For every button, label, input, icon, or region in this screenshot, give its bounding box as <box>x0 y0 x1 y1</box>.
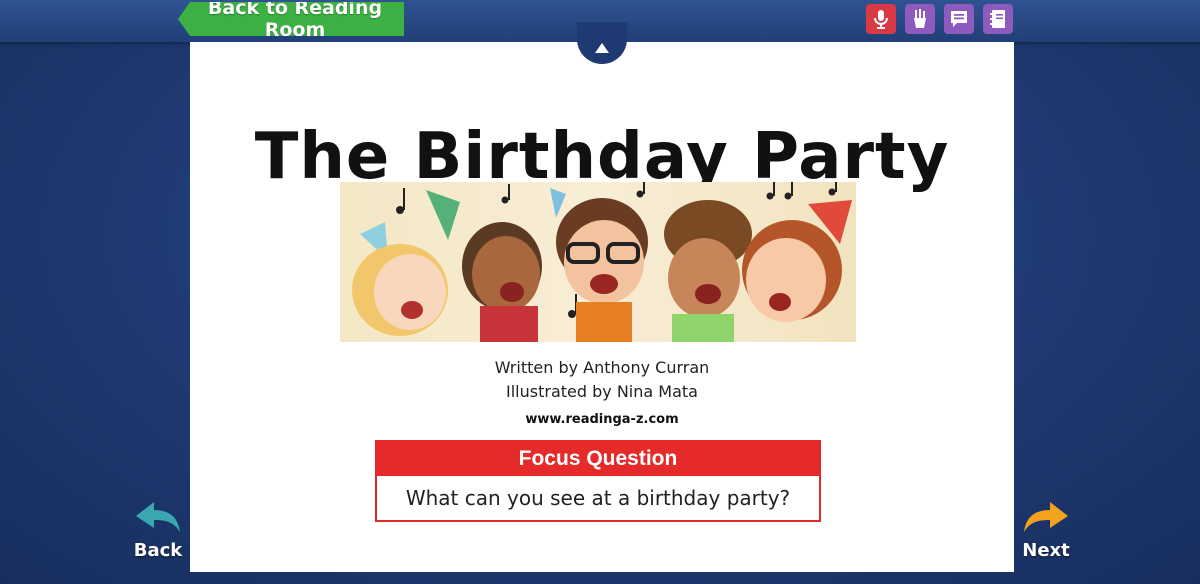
focus-question-label: Focus Question <box>377 442 819 476</box>
back-to-reading-room-button[interactable]: Back to Reading Room <box>178 2 404 36</box>
comment-icon <box>951 11 967 27</box>
notebook-icon <box>990 10 1005 28</box>
notebook-button[interactable] <box>983 4 1013 34</box>
toolbar <box>866 4 1013 34</box>
book-page: The Birthday Party Written by Anthony Cu… <box>190 42 1014 572</box>
author-credit: Written by Anthony Curran <box>494 358 710 377</box>
pencil-cup-icon <box>914 9 926 28</box>
illustrator-credit: Illustrated by Nina Mata <box>506 382 698 401</box>
publisher-url: www.readinga-z.com <box>525 412 679 427</box>
back-label: Back <box>133 540 183 561</box>
chevron-up-icon <box>595 43 609 53</box>
next-page-button[interactable]: Next <box>1011 500 1081 574</box>
back-arrow-icon <box>136 502 180 532</box>
next-arrow-icon <box>1024 502 1068 532</box>
microphone-icon <box>874 10 888 29</box>
focus-question-box: Focus Question What can you see at a bir… <box>375 440 821 522</box>
children-singing-illustration <box>352 182 852 342</box>
back-page-button[interactable]: Back <box>123 500 193 574</box>
focus-question-text: What can you see at a birthday party? <box>405 486 791 510</box>
tools-button[interactable] <box>905 4 935 34</box>
next-label: Next <box>1022 540 1070 561</box>
comment-button[interactable] <box>944 4 974 34</box>
record-button[interactable] <box>866 4 896 34</box>
cover-illustration <box>340 182 856 342</box>
